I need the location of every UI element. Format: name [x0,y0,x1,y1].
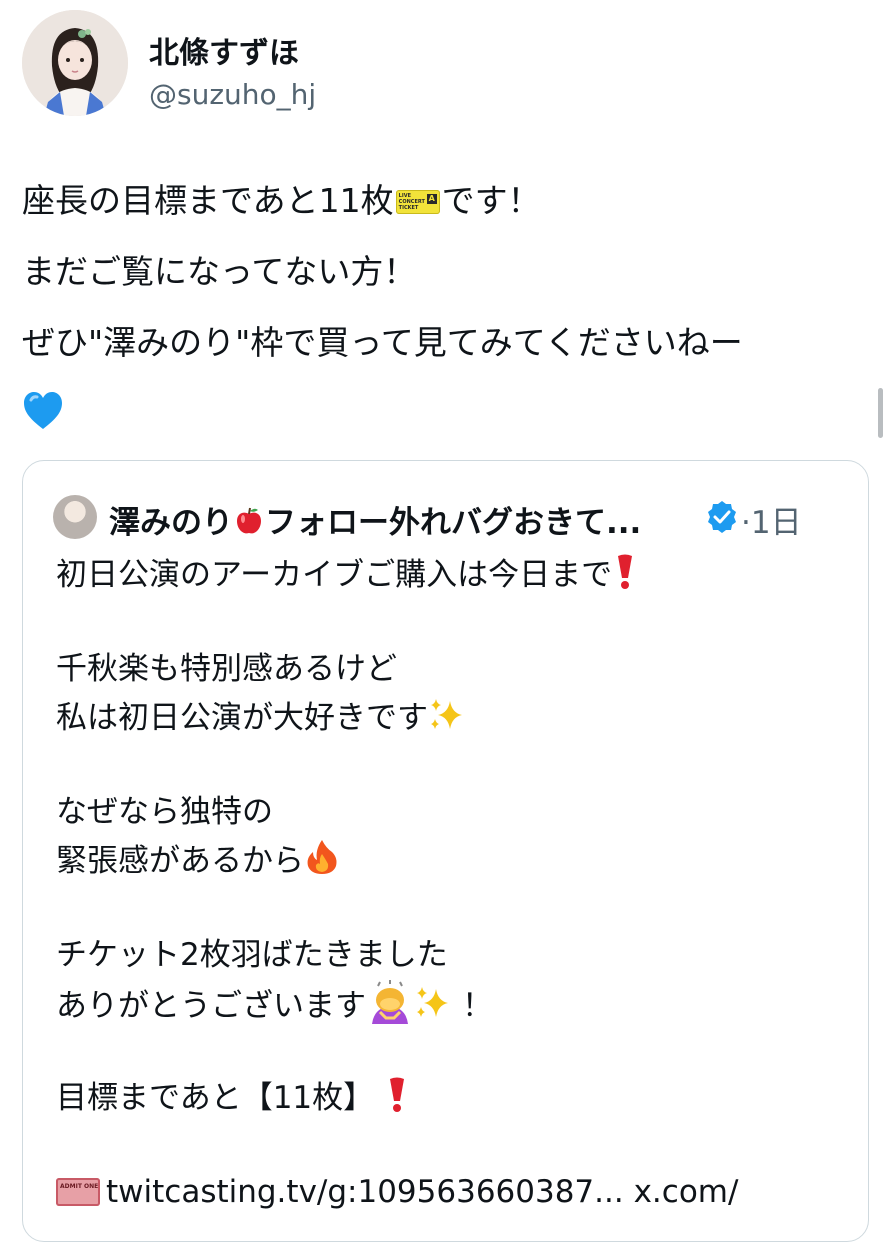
ticket-icon: LIVE CONCERT TICKET A [395,190,440,214]
ticket-badge: A [426,194,437,204]
verified-badge-icon [708,501,736,533]
admit-label: ADMIT ONE [60,1183,99,1190]
tweet-line-1-end: です！ [441,181,541,220]
quoted-line-7: ありがとうございます ！ [56,980,856,1029]
quoted-line-1: 初日公演のアーカイブご購入は今日まで [56,551,856,600]
quoted-line-2: 千秋楽も特別感あるけど [56,651,397,687]
profile-photo-icon [22,10,128,116]
tweet-line-3: ぜひ"澤みのり"枠で買って見てみてくださいねー [22,323,743,362]
sparkles-icon [417,987,448,1017]
quoted-author-name-rest: フォロー外れバグおきて... [265,505,642,541]
author-name[interactable]: 北條すずほ [149,28,299,72]
quoted-line-3: 私は初日公演が大好きです [56,694,856,743]
author-avatar[interactable] [22,10,128,116]
tweet-line-4 [22,391,872,436]
person-bowing-icon [372,980,408,1024]
tweet-header: 北條すずほ @suzuho_hj [22,10,862,120]
quoted-line-3-text: 私は初日公演が大好きです [56,700,428,736]
quoted-line-1-text: 初日公演のアーカイブご購入は今日まで [56,557,613,593]
tweet-line-1: 座長の目標まであと11枚 LIVE CONCERT TICKET A です！ [22,178,872,223]
sparkles-icon [431,699,462,729]
quoted-link[interactable]: twitcasting.tv/g:109563660387... x.com/ [106,1174,738,1210]
tweet-text: 座長の目標まであと11枚 LIVE CONCERT TICKET A です！ まだご覧にな… [22,178,872,436]
quoted-line-4: なぜなら独特の [56,794,273,830]
quoted-line-5-text: 緊張感があるから [56,843,304,879]
quoted-tweet-card[interactable]: 澤みのり フォロー外れバグおきて... ·1日 初日公演のアーカイブご購入は今日ま… [22,460,869,1242]
blue-heart-icon [24,392,62,429]
red-apple-icon [237,507,261,534]
quoted-line-6: チケット2枚羽ばたきました [56,937,448,973]
scrollbar-thumb[interactable] [878,388,883,438]
quoted-line-5: 緊張感があるから [56,837,856,886]
quoted-author-name[interactable]: 澤みのり フォロー外れバグおきて... [109,497,641,542]
quoted-tweet-text: 初日公演のアーカイブご購入は今日まで 千秋楽も特別感あるけど 私は初日公演が大好… [56,551,856,1217]
admission-ticket-icon: ADMIT ONE [56,1178,100,1206]
quoted-line-7-text: ありがとうございます [56,988,366,1024]
tweet-line-2: まだご覧になってない方！ [22,252,417,291]
author-handle[interactable]: @suzuho_hj [149,78,316,111]
quoted-tweet-time[interactable]: ·1日 [741,497,802,542]
red-exclamation-icon [618,554,633,589]
quoted-line-7-exclaim: ！ [462,988,493,1024]
quoted-line-8-text: 目標まであと【11枚】 [56,1080,375,1116]
fire-icon [307,840,337,874]
quoted-line-8: 目標まであと【11枚】 [56,1074,856,1123]
tweet-line-1-text: 座長の目標まであと11枚 [22,181,394,220]
red-exclamation-icon [390,1077,405,1112]
quoted-tweet-header: 澤みのり フォロー外れバグおきて... ·1日 [53,495,853,541]
quoted-author-avatar[interactable] [53,495,97,539]
quoted-line-9: ADMIT ONE twitcasting.tv/g:109563660387..… [56,1168,856,1217]
quoted-author-name-text: 澤みのり [109,505,233,541]
